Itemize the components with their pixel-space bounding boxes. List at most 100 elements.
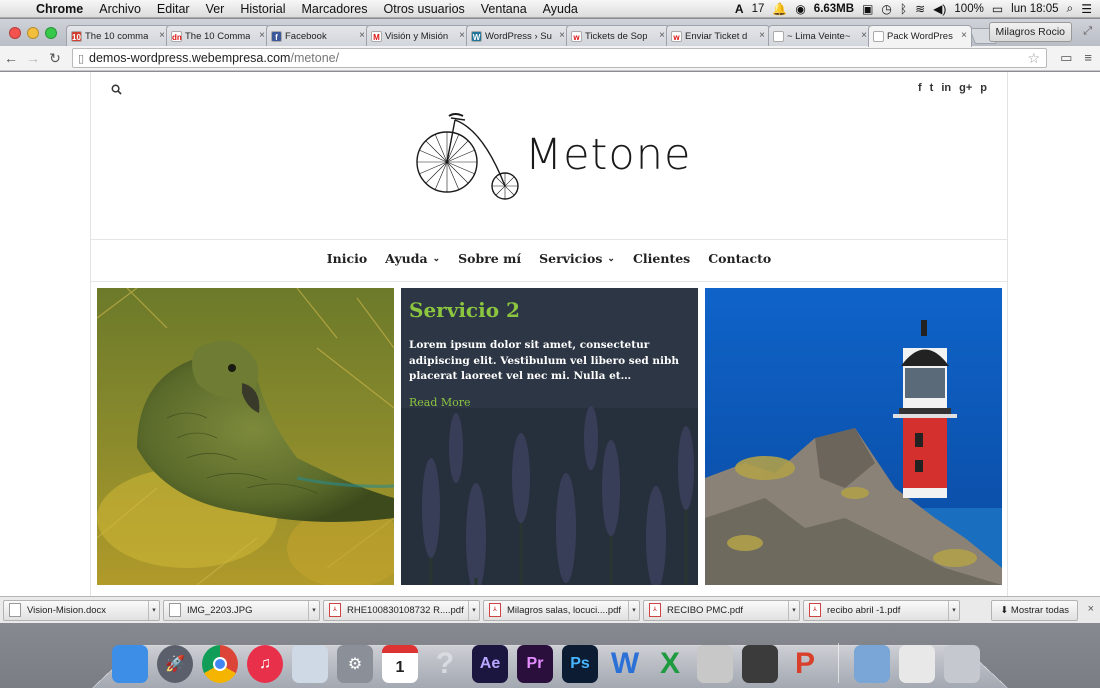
battery-icon[interactable]: ▭ — [992, 2, 1003, 16]
fullscreen-icon[interactable]: ⤢ — [1083, 25, 1092, 38]
show-all-downloads-button[interactable]: ⬇ Mostrar todas — [991, 600, 1078, 621]
menu-ver[interactable]: Ver — [198, 2, 233, 16]
download-item[interactable]: ⅄ recibo abril -1.pdf ▾ — [803, 600, 960, 621]
spreadsheet-preview-icon[interactable] — [899, 645, 935, 683]
nav-item-ayuda[interactable]: Ayuda ⌄ — [376, 251, 449, 266]
address-bar[interactable]: ▯ demos-wordpress.webempresa.com /metone… — [72, 48, 1047, 68]
tab-close-icon[interactable]: × — [559, 30, 565, 41]
download-menu-icon[interactable]: ▾ — [628, 601, 639, 620]
time-machine-icon[interactable]: ◷ — [881, 2, 891, 16]
trash-icon[interactable] — [944, 645, 980, 683]
tab-close-icon[interactable]: × — [961, 30, 967, 41]
browser-tab[interactable]: w Tickets de Sop × — [566, 25, 670, 46]
menu-historial[interactable]: Historial — [232, 2, 293, 16]
tab-close-icon[interactable]: × — [861, 30, 867, 41]
menu-ventana[interactable]: Ventana — [473, 2, 535, 16]
forward-button[interactable]: → — [22, 50, 44, 66]
minimize-window-button[interactable] — [27, 27, 39, 39]
browser-tab[interactable]: w Enviar Ticket d × — [666, 25, 770, 46]
facebook-icon[interactable]: f — [918, 82, 922, 94]
site-title[interactable]: Metone — [525, 130, 691, 180]
chrome-menu-icon[interactable]: ≡ — [1084, 50, 1092, 66]
download-menu-icon[interactable]: ▾ — [788, 601, 799, 620]
browser-tab[interactable]: dn The 10 Comma × — [166, 25, 270, 46]
tab-close-icon[interactable]: × — [659, 30, 665, 41]
adobe-icon[interactable]: A — [735, 2, 744, 16]
menu-editar[interactable]: Editar — [149, 2, 198, 16]
download-menu-icon[interactable]: ▾ — [948, 601, 959, 620]
spotlight-search-icon[interactable]: ⌕ — [1067, 1, 1074, 16]
linkedin-icon[interactable]: in — [941, 82, 951, 94]
browser-tab[interactable]: M Visión y Misión × — [366, 25, 470, 46]
menu-marcadores[interactable]: Marcadores — [294, 2, 376, 16]
nav-item-contacto[interactable]: Contacto — [699, 251, 780, 266]
menu-ayuda[interactable]: Ayuda — [535, 2, 586, 16]
reload-button[interactable]: ↻ — [44, 50, 66, 67]
tab-close-icon[interactable]: × — [359, 30, 365, 41]
browser-tab[interactable]: ~ Lima Veinte~ × — [768, 25, 872, 46]
tab-close-icon[interactable]: × — [759, 30, 765, 41]
premiere-icon[interactable]: Pr — [517, 645, 553, 683]
post-card-lighthouse[interactable] — [705, 288, 1002, 585]
tab-close-icon[interactable]: × — [259, 30, 265, 41]
calculator-icon[interactable] — [697, 645, 733, 683]
read-more-link[interactable]: Read More — [409, 396, 471, 409]
memory-indicator[interactable]: 6.63MB — [814, 3, 854, 15]
downloads-folder-icon[interactable] — [854, 645, 890, 683]
notification-center-icon[interactable]: ☰ — [1081, 2, 1092, 16]
post-card-parrot[interactable] — [97, 288, 394, 585]
zoom-window-button[interactable] — [45, 27, 57, 39]
menu-app-name[interactable]: Chrome — [34, 2, 91, 16]
search-icon[interactable] — [111, 84, 122, 95]
itunes-icon[interactable]: ♫ — [247, 645, 283, 683]
browser-tab[interactable]: Pack WordPres × — [868, 25, 972, 47]
download-menu-icon[interactable]: ▾ — [468, 601, 479, 620]
launchpad-icon[interactable]: 🚀 — [157, 645, 193, 683]
powerpoint-icon[interactable]: P — [787, 645, 823, 683]
close-window-button[interactable] — [9, 27, 21, 39]
bookmark-star-icon[interactable]: ☆ — [1027, 50, 1040, 67]
nav-item-servicios[interactable]: Servicios ⌄ — [530, 251, 624, 266]
download-item[interactable]: IMG_2203.JPG ▾ — [163, 600, 320, 621]
drive-icon[interactable]: ▣ — [862, 2, 873, 16]
finder-icon[interactable] — [112, 645, 148, 683]
battery-percent[interactable]: 100% — [954, 3, 983, 15]
menu-otros-usuarios[interactable]: Otros usuarios — [376, 2, 473, 16]
word-icon[interactable]: W — [607, 645, 643, 683]
browser-tab[interactable]: 10 The 10 comma × — [66, 25, 170, 46]
browser-tab[interactable]: W WordPress › Su × — [466, 25, 570, 46]
download-item[interactable]: ⅄ Milagros salas, locuci....pdf ▾ — [483, 600, 640, 621]
unknown-app-icon[interactable]: ? — [427, 645, 463, 683]
notification-bell-icon[interactable]: 🔔 — [772, 2, 787, 16]
clock[interactable]: lun 18:05 — [1011, 3, 1058, 15]
nav-item-clientes[interactable]: Clientes — [624, 251, 699, 266]
safari-icon[interactable] — [292, 645, 328, 683]
page-icon[interactable]: ▯ — [73, 52, 89, 65]
close-downloads-icon[interactable]: × — [1088, 603, 1094, 615]
photo-booth-icon[interactable] — [742, 645, 778, 683]
profile-button[interactable]: Milagros Rocio — [989, 22, 1072, 42]
download-item[interactable]: Vision-Mision.docx ▾ — [3, 600, 160, 621]
tab-close-icon[interactable]: × — [159, 30, 165, 41]
nav-item-sobre-m-[interactable]: Sobre mí — [449, 251, 530, 266]
browser-tab[interactable]: f Facebook × — [266, 25, 370, 46]
wifi-icon[interactable]: ≋ — [915, 2, 925, 16]
volume-icon[interactable]: ◀) — [933, 2, 946, 16]
download-item[interactable]: ⅄ RECIBO PMC.pdf ▾ — [643, 600, 800, 621]
calendar-icon[interactable]: 1 — [382, 645, 418, 683]
download-item[interactable]: ⅄ RHE100830108732 R....pdf ▾ — [323, 600, 480, 621]
chrome-icon[interactable] — [202, 645, 238, 683]
pinterest-icon[interactable]: p — [980, 82, 987, 94]
cast-icon[interactable]: ▭ — [1060, 50, 1072, 66]
back-button[interactable]: ← — [0, 50, 22, 66]
activity-icon[interactable]: ◉ — [795, 2, 805, 16]
download-menu-icon[interactable]: ▾ — [148, 601, 159, 620]
card-title[interactable]: Servicio 2 — [409, 298, 520, 322]
download-menu-icon[interactable]: ▾ — [308, 601, 319, 620]
googleplus-icon[interactable]: g+ — [959, 82, 972, 94]
twitter-icon[interactable]: t — [930, 82, 934, 94]
excel-icon[interactable]: X — [652, 645, 688, 683]
site-logo[interactable]: Metone — [413, 110, 693, 202]
nav-item-inicio[interactable]: Inicio — [318, 251, 376, 266]
system-preferences-icon[interactable]: ⚙ — [337, 645, 373, 683]
